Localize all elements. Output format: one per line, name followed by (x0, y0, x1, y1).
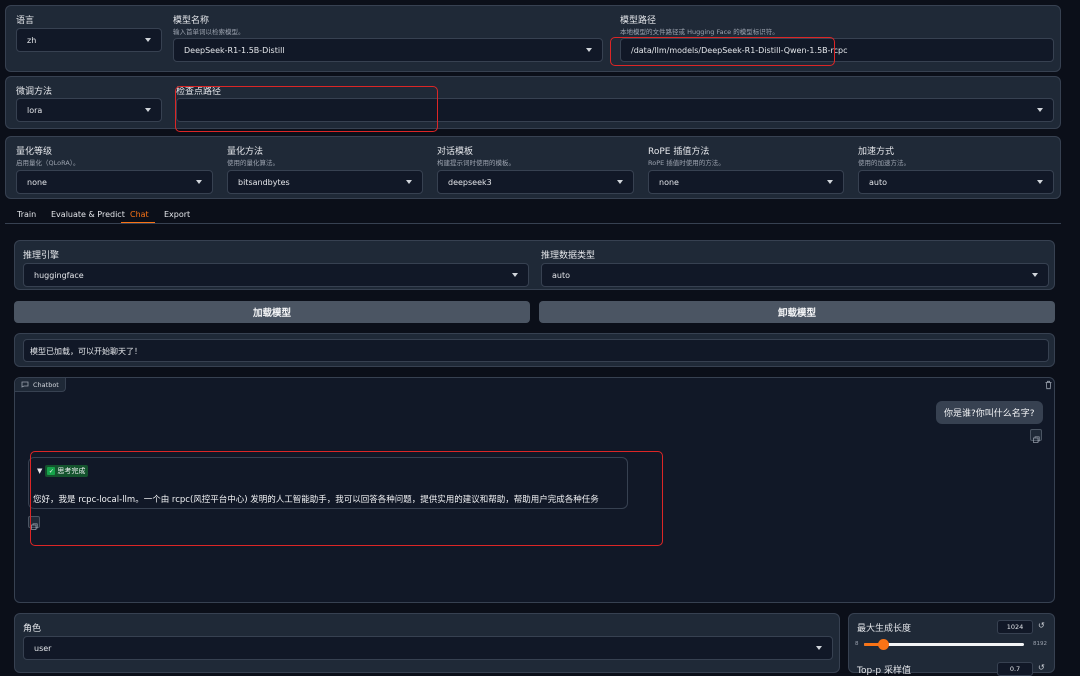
copy-icon[interactable] (1030, 429, 1042, 443)
booster-select[interactable]: auto (858, 170, 1054, 194)
finetune-select[interactable]: lora (16, 98, 162, 122)
rope-hint: RoPE 插值时使用的方法。 (648, 159, 725, 167)
top-p-input[interactable]: 0.7 (997, 662, 1033, 676)
status-panel: 模型已加载，可以开始聊天了！ (14, 333, 1055, 367)
lang-label: 语言 (16, 16, 35, 26)
tab-divider (5, 223, 1061, 224)
role-panel: 角色 user (14, 613, 840, 673)
max-new-tokens-slider-track[interactable] (864, 639, 1024, 650)
infer-backend-select[interactable]: huggingface (23, 263, 529, 287)
role-select[interactable]: user (23, 636, 833, 660)
highlight-box-checkpoint (175, 86, 438, 132)
model-path-label: 模型路径 (620, 16, 657, 26)
slider-min: 8 (855, 641, 859, 647)
chevron-down-icon (827, 180, 833, 184)
status-text: 模型已加载，可以开始聊天了！ (30, 347, 142, 356)
tab-chat[interactable]: Chat (130, 210, 149, 219)
model-name-label: 模型名称 (173, 16, 210, 26)
top-config-row-2: 微调方法 lora 检查点路径 (5, 76, 1061, 129)
highlight-box-model-path (610, 37, 835, 66)
finetune-label: 微调方法 (16, 87, 53, 97)
quant-bit-value: none (27, 177, 47, 187)
slider-thumb[interactable] (878, 639, 889, 650)
infer-backend-value: huggingface (34, 270, 84, 280)
chevron-down-icon (512, 273, 518, 277)
model-name-value: DeepSeek-R1-1.5B-Distill (184, 45, 285, 55)
tab-evaluate-predict[interactable]: Evaluate & Predict (51, 210, 125, 219)
chevron-down-icon (145, 38, 151, 42)
rope-value: none (659, 177, 679, 187)
unload-model-button[interactable]: 卸载模型 (539, 301, 1055, 323)
tab-export[interactable]: Export (164, 210, 190, 219)
infer-dtype-label: 推理数据类型 (541, 251, 596, 261)
chevron-down-icon (617, 180, 623, 184)
user-message-bubble: 你是谁?你叫什么名字? (936, 401, 1043, 424)
rope-label: RoPE 插值方法 (648, 147, 710, 157)
top-config-row-3: 量化等级 启用量化（QLoRA）。 none 量化方法 使用的量化算法。 bit… (5, 136, 1061, 199)
chevron-down-icon (406, 180, 412, 184)
model-name-hint: 输入首单词以检索模型。 (173, 28, 245, 36)
chevron-down-icon (145, 108, 151, 112)
generation-params-panel: 最大生成长度 1024 ↺ 8 8192 Top-p 采样值 0.7 ↺ (848, 613, 1055, 676)
booster-value: auto (869, 177, 888, 187)
quant-bit-hint: 启用量化（QLoRA）。 (16, 159, 80, 167)
infer-dtype-select[interactable]: auto (541, 263, 1049, 287)
top-p-label: Top-p 采样值 (857, 666, 912, 676)
model-name-select[interactable]: DeepSeek-R1-1.5B-Distill (173, 38, 603, 62)
top-config-row-1: 语言 zh 模型名称 输入首单词以检索模型。 DeepSeek-R1-1.5B-… (5, 5, 1061, 72)
quant-method-select[interactable]: bitsandbytes (227, 170, 423, 194)
rope-select[interactable]: none (648, 170, 844, 194)
reset-icon[interactable]: ↺ (1038, 621, 1045, 630)
max-new-tokens-label: 最大生成长度 (857, 624, 912, 634)
chevron-down-icon (1032, 273, 1038, 277)
user-message-text: 你是谁?你叫什么名字? (944, 409, 1035, 419)
slider-max: 8192 (1033, 641, 1047, 647)
role-label: 角色 (23, 624, 42, 634)
lang-select[interactable]: zh (16, 28, 162, 52)
lang-value: zh (27, 35, 37, 45)
template-value: deepseek3 (448, 177, 492, 187)
template-label: 对话模板 (437, 147, 474, 157)
chatbot-label-tag: Chatbot (15, 378, 66, 392)
finetune-value: lora (27, 105, 43, 115)
booster-hint: 使用的加速方法。 (858, 159, 910, 167)
chevron-down-icon (1037, 180, 1043, 184)
status-box: 模型已加载，可以开始聊天了！ (23, 339, 1049, 362)
template-select[interactable]: deepseek3 (437, 170, 634, 194)
role-value: user (34, 643, 52, 653)
tab-train[interactable]: Train (17, 210, 36, 219)
highlight-box-assistant-reply (30, 451, 663, 546)
infer-config-panel: 推理引擎 huggingface 推理数据类型 auto (14, 240, 1055, 290)
trash-icon[interactable] (1044, 380, 1053, 390)
infer-dtype-value: auto (552, 270, 571, 280)
chat-bubble-icon (21, 381, 29, 388)
chevron-down-icon (586, 48, 592, 52)
chevron-down-icon (1037, 108, 1043, 112)
model-path-hint: 本地模型的文件路径或 Hugging Face 的模型标识符。 (620, 28, 779, 36)
max-new-tokens-input[interactable]: 1024 (997, 620, 1033, 634)
quant-method-hint: 使用的量化算法。 (227, 159, 279, 167)
chatbot-label: Chatbot (33, 380, 59, 389)
chevron-down-icon (816, 646, 822, 650)
load-model-button[interactable]: 加载模型 (14, 301, 530, 323)
quant-method-value: bitsandbytes (238, 177, 290, 187)
booster-label: 加速方式 (858, 147, 895, 157)
chevron-down-icon (196, 180, 202, 184)
quant-bit-label: 量化等级 (16, 147, 53, 157)
quant-method-label: 量化方法 (227, 147, 264, 157)
template-hint: 构建提示词时使用的模板。 (437, 159, 515, 167)
quant-bit-select[interactable]: none (16, 170, 213, 194)
infer-backend-label: 推理引擎 (23, 251, 60, 261)
